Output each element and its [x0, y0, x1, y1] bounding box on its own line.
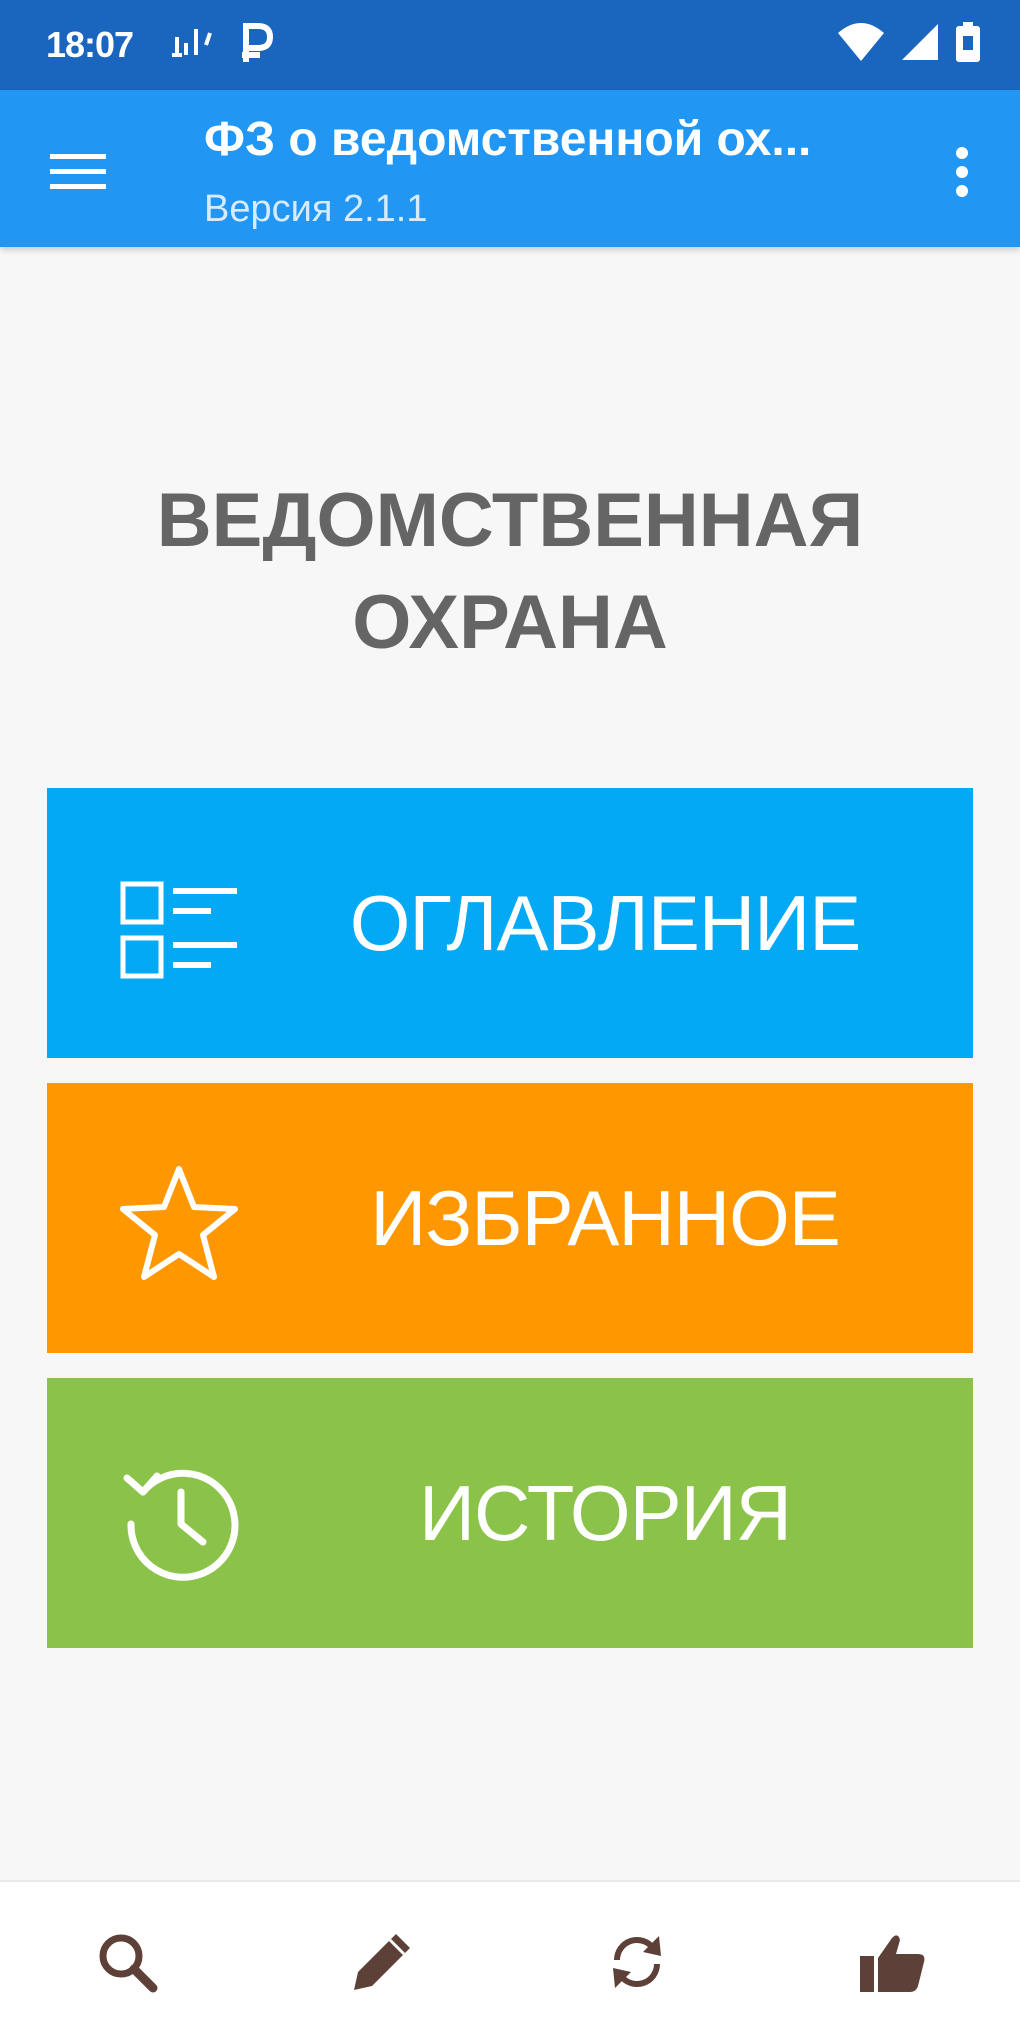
history-button[interactable]: ИСТОРИЯ — [47, 1378, 973, 1648]
favorites-button[interactable]: ИЗБРАННОЕ — [47, 1083, 973, 1353]
heading-line-2: ОХРАНА — [352, 580, 668, 665]
more-options-button[interactable] — [934, 134, 990, 210]
more-vert-icon — [956, 147, 968, 197]
search-icon — [99, 1934, 158, 1993]
status-bar: 18:07 — [0, 0, 1020, 90]
star-icon — [120, 1166, 238, 1280]
menu-button[interactable] — [40, 134, 116, 210]
bottom-toolbar — [0, 1880, 1020, 2040]
refresh-button[interactable] — [582, 1912, 692, 2012]
thumbs-up-icon — [860, 1935, 925, 1992]
p-badge-icon — [242, 23, 274, 62]
status-right-icons — [838, 22, 980, 62]
battery-icon — [956, 22, 980, 62]
table-of-contents-button[interactable]: ОГЛАВЛЕНИЕ — [47, 788, 973, 1058]
status-left-icons — [168, 22, 274, 64]
favorites-label: ИЗБРАННОЕ — [370, 1173, 841, 1262]
pencil-icon — [354, 1934, 410, 1990]
heading-line-1: ВЕДОМСТВЕННАЯ — [156, 478, 864, 563]
list-icon — [120, 881, 237, 979]
refresh-icon — [613, 1936, 661, 1988]
table-of-contents-label: ОГЛАВЛЕНИЕ — [349, 878, 862, 967]
history-icon — [123, 1469, 239, 1581]
cellular-icon — [902, 24, 938, 60]
signal-icon — [172, 29, 212, 57]
app-subtitle: Версия 2.1.1 — [204, 188, 428, 230]
rate-button[interactable] — [838, 1912, 948, 2012]
app-title: ФЗ о ведомственной ох... — [204, 113, 812, 166]
page-heading: ВЕДОМСТВЕННАЯ ОХРАНА — [0, 470, 1020, 674]
menu-icon — [50, 154, 106, 189]
app-bar: ФЗ о ведомственной ох... Версия 2.1.1 — [0, 90, 1020, 247]
notes-button[interactable] — [327, 1912, 437, 2012]
history-label: ИСТОРИЯ — [418, 1468, 792, 1557]
wifi-icon — [838, 23, 884, 61]
search-button[interactable] — [72, 1912, 182, 2012]
status-time: 18:07 — [46, 24, 134, 65]
